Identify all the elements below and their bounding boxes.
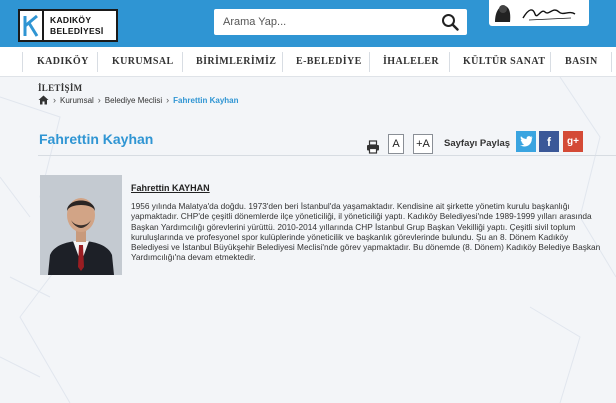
main-nav: KADIKÖY KURUMSAL BİRİMLERİMİZ E-BELEDİYE… [0, 47, 616, 77]
home-icon[interactable] [38, 95, 49, 105]
breadcrumb: › Kurumsal › Belediye Meclisi › Fahretti… [38, 94, 239, 106]
font-increase-button[interactable]: +A [413, 134, 433, 154]
breadcrumb-item-current: Fahrettin Kayhan [173, 95, 239, 105]
breadcrumb-item-kurumsal[interactable]: Kurumsal [60, 96, 94, 105]
google-plus-icon: g+ [567, 136, 579, 147]
person-name: Fahrettin KAYHAN [131, 183, 210, 193]
nav-item-iletisim[interactable]: İLETİŞİM [38, 83, 82, 93]
nav-item-birimlerimiz[interactable]: BİRİMLERİMİZ [196, 56, 276, 67]
breadcrumb-separator: › [166, 95, 170, 105]
breadcrumb-item-belediye-meclisi[interactable]: Belediye Meclisi [105, 96, 162, 105]
logo-line1: KADIKÖY [50, 14, 92, 25]
nav-item-kurumsal[interactable]: KURUMSAL [112, 56, 174, 67]
twitter-icon [519, 136, 532, 147]
profile-photo [40, 175, 122, 275]
search-icon[interactable] [441, 13, 459, 31]
nav-item-e-belediye[interactable]: E-BELEDİYE [296, 56, 362, 67]
nav-item-kadikoy[interactable]: KADIKÖY [37, 56, 89, 67]
breadcrumb-separator: › [53, 95, 56, 105]
person-bio: 1956 yılında Malatya'da doğdu. 1973'den … [131, 201, 601, 263]
top-bar: KADIKÖY BELEDİYESİ [0, 0, 616, 47]
font-decrease-button[interactable]: A [388, 134, 404, 154]
logo-k-icon [20, 11, 44, 40]
ataturk-signature-badge [489, 0, 589, 26]
share-label: Sayfayı Paylaş [444, 138, 511, 149]
print-icon[interactable] [366, 140, 380, 154]
facebook-share-button[interactable]: f [539, 131, 559, 152]
search-box [214, 9, 467, 35]
title-divider [38, 155, 616, 156]
search-input[interactable] [214, 9, 434, 35]
twitter-share-button[interactable] [516, 131, 536, 152]
page-title: Fahrettin Kayhan [39, 131, 154, 147]
facebook-icon: f [547, 134, 551, 149]
logo-line2: BELEDİYESİ [50, 25, 104, 36]
google-plus-share-button[interactable]: g+ [563, 131, 583, 152]
ataturk-portrait-signature-icon [495, 5, 576, 22]
nav-item-ihaleler[interactable]: İHALELER [383, 56, 439, 67]
nav-item-kultur-sanat[interactable]: KÜLTÜR SANAT [463, 56, 545, 67]
kadikoy-logo[interactable]: KADIKÖY BELEDİYESİ [18, 9, 118, 42]
nav-item-basin[interactable]: BASIN [565, 56, 598, 67]
breadcrumb-separator: › [97, 95, 101, 105]
